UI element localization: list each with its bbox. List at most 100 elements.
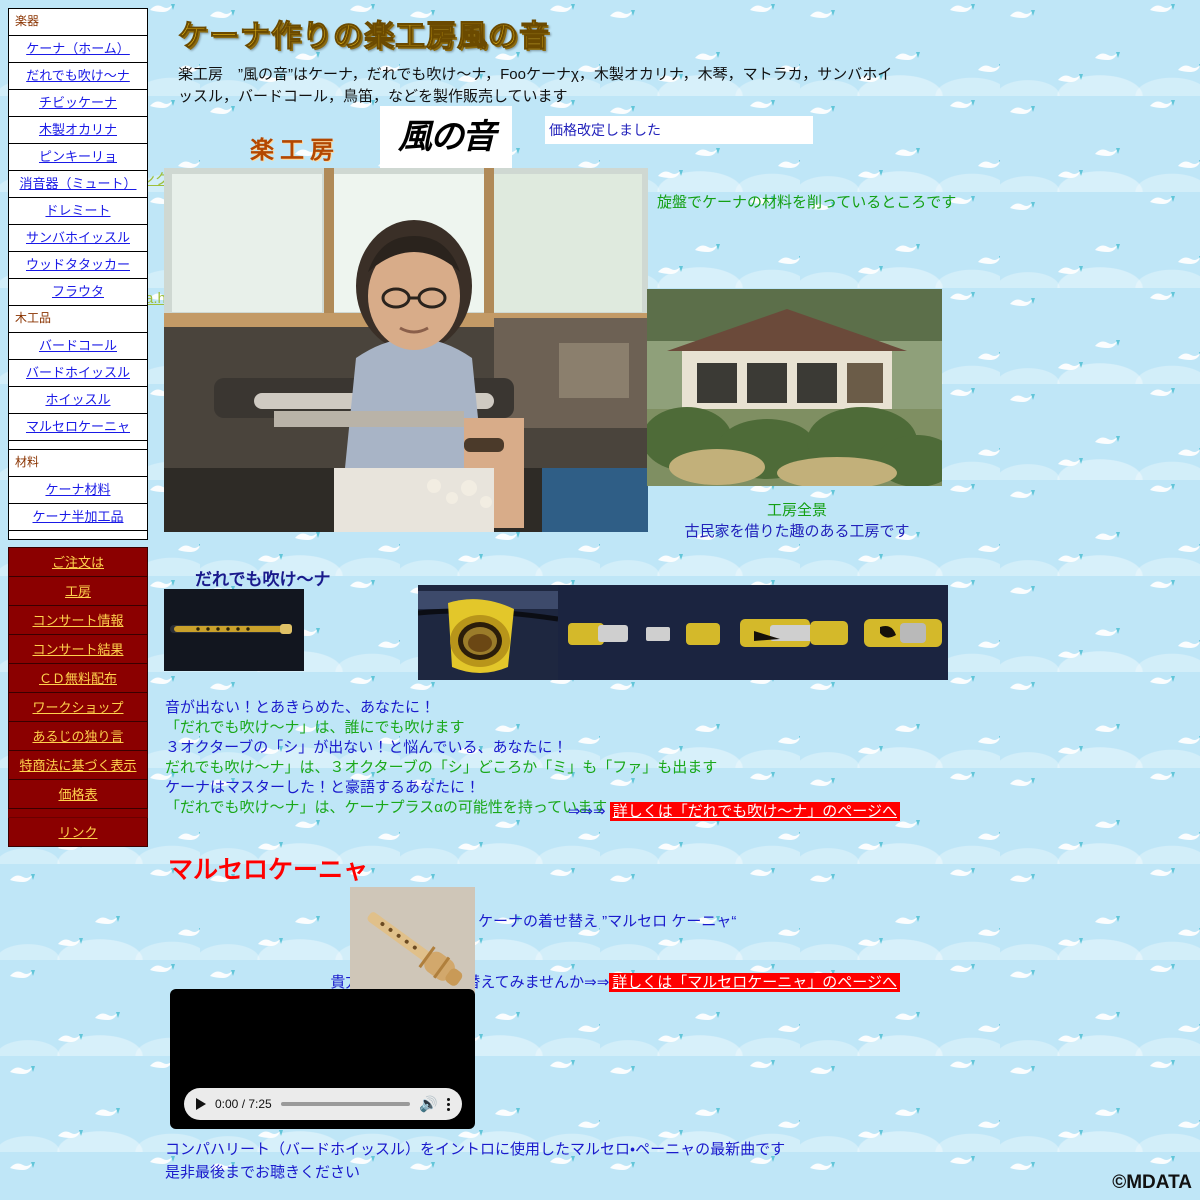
sidebar-link-chibikkena[interactable]: チビッケーナ (39, 95, 117, 110)
video-player[interactable]: 0:00 / 7:25 🔊 (170, 989, 475, 1129)
sidebar-item-chibikkena[interactable]: チビッケーナ (8, 89, 148, 117)
sidebar-link-marcelo-quena[interactable]: マルセロケーニャ (26, 419, 130, 434)
sidebar-nav-table: 楽器 ケーナ（ホーム） だれでも吹け〜ナ チビッケーナ 木製オカリナ ピンキーリ… (8, 8, 148, 540)
kobo-wordmark: 楽工房 (250, 136, 340, 164)
sidebar-item-free-cd[interactable]: ＣＤ無料配布 (8, 663, 148, 693)
play-icon[interactable] (196, 1098, 206, 1110)
sidebar-category-woodwork: 木工品 (8, 305, 148, 333)
video-controls-bar[interactable]: 0:00 / 7:25 🔊 (184, 1088, 462, 1120)
sidebar-item-concert-results[interactable]: コンサート結果 (8, 634, 148, 664)
flute-parts-exploded-photo (558, 585, 948, 680)
house-caption-desc: 古民家を借りた趣のある工房です (684, 523, 910, 540)
sidebar-link-wooden-ocarina[interactable]: 木製オカリナ (39, 122, 117, 137)
video-caption-line-2: 是非最後までお聴きください (165, 1164, 361, 1182)
intro-paragraph: 楽工房 ”風の音”はケーナ，だれでも吹け〜ナ，Fooケーナχ，木製オカリナ，木琴… (178, 66, 893, 105)
house-caption-title: 工房全景 (766, 502, 827, 519)
dare-line-5: ケーナはマスターした！と豪語するあなたに！ (165, 778, 481, 796)
house-photo-caption: 工房全景 古民家を借りた趣のある工房です (647, 500, 947, 542)
sidebar-item-workshop[interactable]: ワークショップ (8, 692, 148, 722)
video-caption: コンパハリート（バードホイッスル）をイントロに使用したマルセロ・ペーニャの最新曲… (165, 1138, 925, 1185)
sidebar-link-mute[interactable]: 消音器（ミュート） (19, 176, 136, 191)
sidebar-link-samba-whistle[interactable]: サンバホイッスル (26, 230, 130, 245)
sidebar-item-flauta[interactable]: フラウタ (8, 278, 148, 306)
sidebar-item-dare-demo-fuke-na[interactable]: だれでも吹け〜ナ (8, 62, 148, 90)
sidebar-link-links[interactable]: リンク (58, 825, 97, 840)
sidebar-link-workshop-place[interactable]: 工房 (65, 584, 91, 599)
kaze-no-oto-logo: 風の音 (380, 105, 512, 168)
flute-mouthpiece-closeup-photo (418, 585, 558, 680)
price-revision-notice: 価格改定しました (545, 115, 813, 144)
sidebar-link-dare-demo-fuke-na[interactable]: だれでも吹け〜ナ (26, 68, 130, 83)
dare-detail-link[interactable]: 詳しくは「だれでも吹け〜ナ」のページへ (609, 802, 900, 821)
page-title: ケーナ作りの楽工房風の音 (178, 19, 550, 54)
sidebar-link-doremito[interactable]: ドレミート (45, 203, 110, 218)
dare-line-2: 「だれでも吹け〜ナ」は、誰にでも吹けます (165, 718, 465, 736)
sidebar-item-marcelo-quena[interactable]: マルセロケーニャ (8, 413, 148, 441)
sidebar-link-workshop[interactable]: ワークショップ (32, 700, 123, 715)
sidebar-link-pinkillo[interactable]: ピンキーリョ (39, 149, 117, 164)
page-root: 楽器 ケーナ（ホーム） だれでも吹け〜ナ チビッケーナ 木製オカリナ ピンキーリ… (0, 0, 1200, 1200)
volume-icon[interactable]: 🔊 (419, 1097, 438, 1112)
dare-line-4: だれでも吹け〜ナ」は、３オクターブの「シ」どころか「ミ」も「ファ」も出ます (165, 758, 718, 776)
sidebar-item-doremito[interactable]: ドレミート (8, 197, 148, 225)
sidebar-item-workshop-place[interactable]: 工房 (8, 576, 148, 606)
sidebar-item-order[interactable]: ご注文は (8, 547, 148, 577)
sidebar-item-samba-whistle[interactable]: サンバホイッスル (8, 224, 148, 252)
sidebar-item-quena-home[interactable]: ケーナ（ホーム） (8, 35, 148, 63)
sidebar-item-quena-material[interactable]: ケーナ材料 (8, 476, 148, 504)
sidebar-spacer-2 (8, 530, 148, 540)
marcelo-detail-link[interactable]: 詳しくは「マルセロケーニャ」のページへ (609, 973, 900, 992)
sidebar-order-spacer (8, 808, 148, 818)
sidebar-item-whistle[interactable]: ホイッスル (8, 386, 148, 414)
sidebar-link-flauta[interactable]: フラウタ (52, 284, 104, 299)
logo-row: 楽工房 風の音 価格改定しました (160, 105, 1200, 172)
sidebar-category-materials: 材料 (8, 449, 148, 477)
lathe-photo-caption: 旋盤でケーナの材料を削っているところです (657, 194, 957, 211)
sidebar-item-bird-call[interactable]: バードコール (8, 332, 148, 360)
sidebar-link-order[interactable]: ご注文は (52, 555, 104, 570)
sidebar-link-concert-info[interactable]: コンサート情報 (32, 613, 123, 628)
sidebar-item-pinkillo[interactable]: ピンキーリョ (8, 143, 148, 171)
video-caption-line-1: コンパハリート（バードホイッスル）をイントロに使用したマルセロ・ペーニャの最新曲… (165, 1141, 786, 1158)
sidebar-spacer (8, 440, 148, 450)
sidebar-link-concert-results[interactable]: コンサート結果 (32, 642, 123, 657)
sidebar-link-wood-tatakka[interactable]: ウッドタタッカー (26, 257, 130, 272)
workshop-house-photo (647, 289, 942, 486)
sidebar-link-whistle[interactable]: ホイッスル (45, 392, 110, 407)
sidebar-link-bird-whistle[interactable]: バードホイッスル (26, 365, 130, 380)
dare-cta-row: ⇒⇒⇒ 詳しくは「だれでも吹け〜ナ」のページへ (160, 800, 900, 821)
marcelo-quena-caption: ケーナの着せ替え ”マルセロ ケーニャ“ (478, 913, 737, 930)
sidebar-category-instruments: 楽器 (8, 8, 148, 36)
dare-line-3: ３オクターブの「シ」が出ない！と悩んでいる、あなたに！ (165, 738, 568, 756)
dare-arrows: ⇒⇒⇒ (567, 803, 606, 820)
dare-line-1: 音が出ない！とあきらめた、あなたに！ (165, 699, 436, 716)
sidebar-item-legal-notice[interactable]: 特商法に基づく表示 (8, 750, 148, 780)
sidebar-order-table: ご注文は 工房 コンサート情報 コンサート結果 ＣＤ無料配布 ワークショップ あ… (8, 547, 148, 847)
sidebar-link-quena-home[interactable]: ケーナ（ホーム） (26, 41, 130, 56)
sidebar-item-concert-info[interactable]: コンサート情報 (8, 605, 148, 635)
sidebar-item-quena-semifinished[interactable]: ケーナ半加工品 (8, 503, 148, 531)
sidebar-item-wood-tatakka[interactable]: ウッドタタッカー (8, 251, 148, 279)
video-time-display: 0:00 / 7:25 (215, 1097, 272, 1111)
sidebar-item-bird-whistle[interactable]: バードホイッスル (8, 359, 148, 387)
sidebar-link-legal-notice[interactable]: 特商法に基づく表示 (19, 758, 136, 773)
sidebar-item-mute[interactable]: 消音器（ミュート） (8, 170, 148, 198)
sidebar-link-bird-call[interactable]: バードコール (39, 338, 117, 353)
copyright-notice: ©MDATA (1112, 1172, 1192, 1193)
sidebar-item-owner-blog[interactable]: あるじの独り言 (8, 721, 148, 751)
sidebar-link-quena-semifinished[interactable]: ケーナ半加工品 (32, 509, 123, 524)
sidebar-link-owner-blog[interactable]: あるじの独り言 (32, 729, 123, 744)
sidebar: 楽器 ケーナ（ホーム） だれでも吹け〜ナ チビッケーナ 木製オカリナ ピンキーリ… (8, 8, 148, 847)
marcelo-quena-heading: マルセロケーニャ (168, 856, 369, 884)
dare-demo-fukena-heading: だれでも吹け〜ナ (195, 570, 331, 589)
sidebar-item-links[interactable]: リンク (8, 817, 148, 847)
sidebar-link-price-list[interactable]: 価格表 (58, 787, 97, 802)
more-options-icon[interactable] (447, 1097, 450, 1111)
main-content: ケーナ作りの楽工房風の音 楽工房 ”風の音”はケーナ，だれでも吹け〜ナ，Fooケ… (140, 0, 1200, 1181)
sidebar-item-price-list[interactable]: 価格表 (8, 779, 148, 809)
video-progress-slider[interactable] (280, 1102, 411, 1106)
lathe-workshop-photo (164, 168, 648, 532)
sidebar-link-free-cd[interactable]: ＣＤ無料配布 (39, 671, 117, 686)
sidebar-link-quena-material[interactable]: ケーナ材料 (45, 482, 110, 497)
sidebar-item-wooden-ocarina[interactable]: 木製オカリナ (8, 116, 148, 144)
